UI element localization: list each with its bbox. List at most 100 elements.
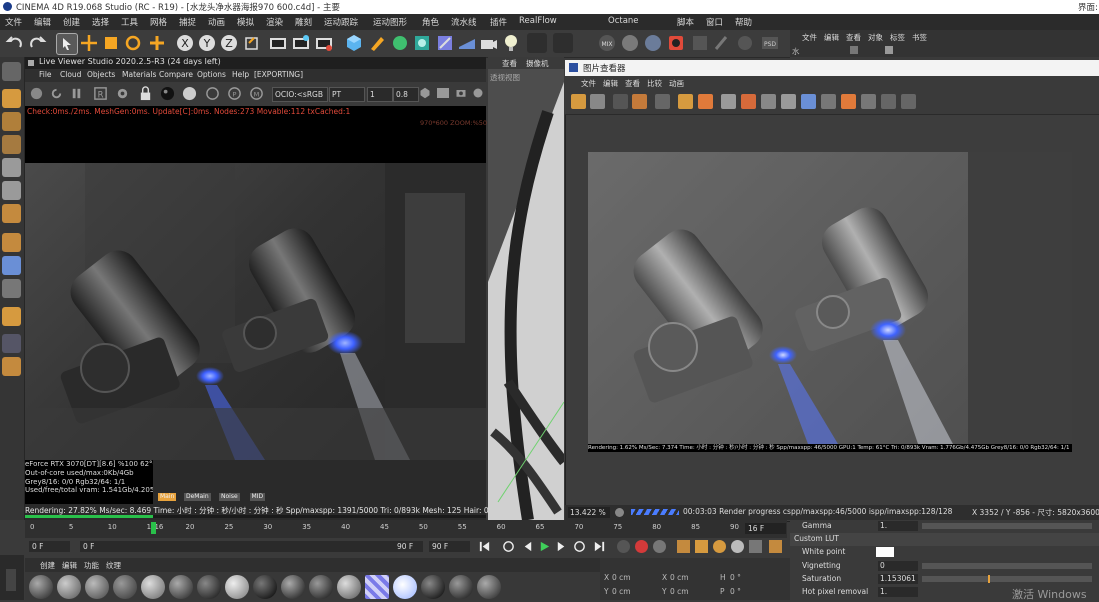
- move-tool-button[interactable]: [79, 33, 99, 53]
- menu-item[interactable]: Octane: [608, 16, 639, 26]
- pla-key-icon[interactable]: [749, 540, 762, 553]
- live-viewer-menu-item[interactable]: File: [39, 70, 52, 79]
- workplane-icon[interactable]: [2, 135, 21, 154]
- material-sphere-icon[interactable]: [182, 86, 197, 101]
- material-swatch[interactable]: [85, 575, 109, 599]
- fit-icon[interactable]: [741, 94, 756, 109]
- saturation-slider-handle[interactable]: [988, 575, 990, 583]
- go-to-start-icon[interactable]: [478, 540, 491, 553]
- live-viewer-render-image[interactable]: [25, 163, 486, 460]
- white-point-color-swatch[interactable]: [876, 547, 894, 557]
- material-swatch[interactable]: [169, 575, 193, 599]
- viewport-tab-camera[interactable]: 摄像机: [526, 58, 549, 69]
- deformer-button[interactable]: [435, 33, 455, 53]
- saturation-field[interactable]: 1.153061: [878, 574, 918, 584]
- object-manager-menu-item[interactable]: 文件: [802, 32, 817, 43]
- focus-picker-icon[interactable]: [205, 86, 220, 101]
- menu-item[interactable]: 运动跟踪: [324, 16, 358, 28]
- material-pick-icon[interactable]: M: [249, 86, 264, 101]
- menu-item[interactable]: 窗口: [706, 16, 723, 28]
- material-swatch[interactable]: [253, 575, 277, 599]
- live-viewer-menu-item[interactable]: Compare: [159, 70, 193, 79]
- menu-item[interactable]: 创建: [63, 16, 80, 28]
- coordinate-system-button[interactable]: [242, 33, 262, 53]
- undo-button[interactable]: [5, 33, 25, 53]
- open-folder-icon[interactable]: [571, 94, 586, 109]
- menu-item[interactable]: 角色: [422, 16, 439, 28]
- channel-b-icon[interactable]: [698, 94, 713, 109]
- object-manager-menu-item[interactable]: 编辑: [824, 32, 839, 43]
- render-to-picture-viewer-button[interactable]: [291, 33, 311, 53]
- rotate-tool-button[interactable]: [123, 33, 143, 53]
- split-icon[interactable]: [761, 94, 776, 109]
- material-swatch[interactable]: [113, 575, 137, 599]
- settings-gear-icon[interactable]: [115, 86, 130, 101]
- camera-button[interactable]: [479, 33, 499, 53]
- viewport-tab-view[interactable]: 查看: [502, 58, 517, 69]
- scale-key-icon[interactable]: [695, 540, 708, 553]
- object-manager-menu-item[interactable]: 查看: [846, 32, 861, 43]
- scale-tool-button[interactable]: [101, 33, 121, 53]
- restart-render-icon[interactable]: [49, 86, 64, 101]
- save-icon[interactable]: [590, 94, 605, 109]
- previous-key-icon[interactable]: [502, 540, 515, 553]
- timeline-playhead[interactable]: [151, 522, 157, 534]
- menu-item[interactable]: 渲染: [266, 16, 283, 28]
- coordinate-field[interactable]: 0 cm: [670, 587, 714, 596]
- menu-item[interactable]: 选择: [92, 16, 109, 28]
- octane-record-button[interactable]: [666, 33, 686, 53]
- select-tool-button[interactable]: [56, 33, 78, 55]
- hexagon-icon[interactable]: [419, 87, 431, 99]
- octane-material-button[interactable]: [620, 33, 640, 53]
- object-check-icon[interactable]: [885, 46, 893, 54]
- go-to-end-icon[interactable]: [593, 540, 606, 553]
- live-viewer-menu-item[interactable]: Objects: [87, 70, 115, 79]
- axis-mode-icon[interactable]: [2, 233, 21, 252]
- material-menu-item[interactable]: 功能: [84, 560, 99, 571]
- grid-snap-icon[interactable]: [2, 334, 21, 353]
- octane-brush-button[interactable]: [712, 33, 732, 53]
- ab-compare-icon[interactable]: [655, 94, 670, 109]
- rotation-key-icon[interactable]: [713, 540, 726, 553]
- send-scene-icon[interactable]: [29, 86, 44, 101]
- menu-item[interactable]: 捕捉: [179, 16, 196, 28]
- material-swatch[interactable]: [393, 575, 417, 599]
- octane-psd-button[interactable]: PSD: [760, 33, 780, 53]
- menu-item[interactable]: 插件: [490, 16, 507, 28]
- menu-item[interactable]: 模拟: [237, 16, 254, 28]
- tweak-mode-icon[interactable]: [2, 256, 21, 275]
- material-swatch[interactable]: [225, 575, 249, 599]
- edges-mode-icon[interactable]: [2, 181, 21, 200]
- render-pass-tag[interactable]: DeMain: [184, 493, 211, 501]
- menu-item[interactable]: RealFlow: [519, 16, 557, 26]
- material-swatch[interactable]: [421, 575, 445, 599]
- light-button[interactable]: [501, 33, 521, 53]
- position-key-icon[interactable]: [677, 540, 690, 553]
- material-menu-item[interactable]: 纹理: [106, 560, 121, 571]
- picture-viewer-menu-item[interactable]: 动画: [669, 78, 684, 89]
- material-swatch[interactable]: [309, 575, 333, 599]
- material-swatch[interactable]: [197, 575, 221, 599]
- vignetting-field[interactable]: 0: [878, 561, 918, 571]
- snapshot-camera-icon[interactable]: [455, 87, 467, 99]
- next-frame-icon[interactable]: [555, 540, 568, 553]
- menu-item[interactable]: 网格: [150, 16, 167, 28]
- end-frame-field[interactable]: 90 F: [429, 541, 470, 552]
- coordinate-field[interactable]: 0 °: [730, 573, 774, 582]
- editor-viewport[interactable]: 查看 摄像机 透视视图: [488, 57, 564, 520]
- material-swatch[interactable]: [29, 575, 53, 599]
- x-axis-button[interactable]: X: [175, 33, 195, 53]
- coordinate-field[interactable]: 0 °: [730, 587, 774, 596]
- cloner-button[interactable]: [412, 33, 432, 53]
- locking-icon[interactable]: [2, 357, 21, 376]
- pick-icon[interactable]: P: [227, 86, 242, 101]
- picture-viewer-render-image[interactable]: [588, 152, 1072, 444]
- render-settings-button[interactable]: [314, 33, 334, 53]
- hot-pixel-field[interactable]: 1.: [878, 587, 918, 597]
- menu-item[interactable]: 动画: [208, 16, 225, 28]
- previous-frame-icon[interactable]: [521, 540, 534, 553]
- object-tag-icon[interactable]: [850, 46, 858, 54]
- material-swatch[interactable]: [57, 575, 81, 599]
- material-swatch[interactable]: [477, 575, 501, 599]
- alpha-display-icon[interactable]: [841, 94, 856, 109]
